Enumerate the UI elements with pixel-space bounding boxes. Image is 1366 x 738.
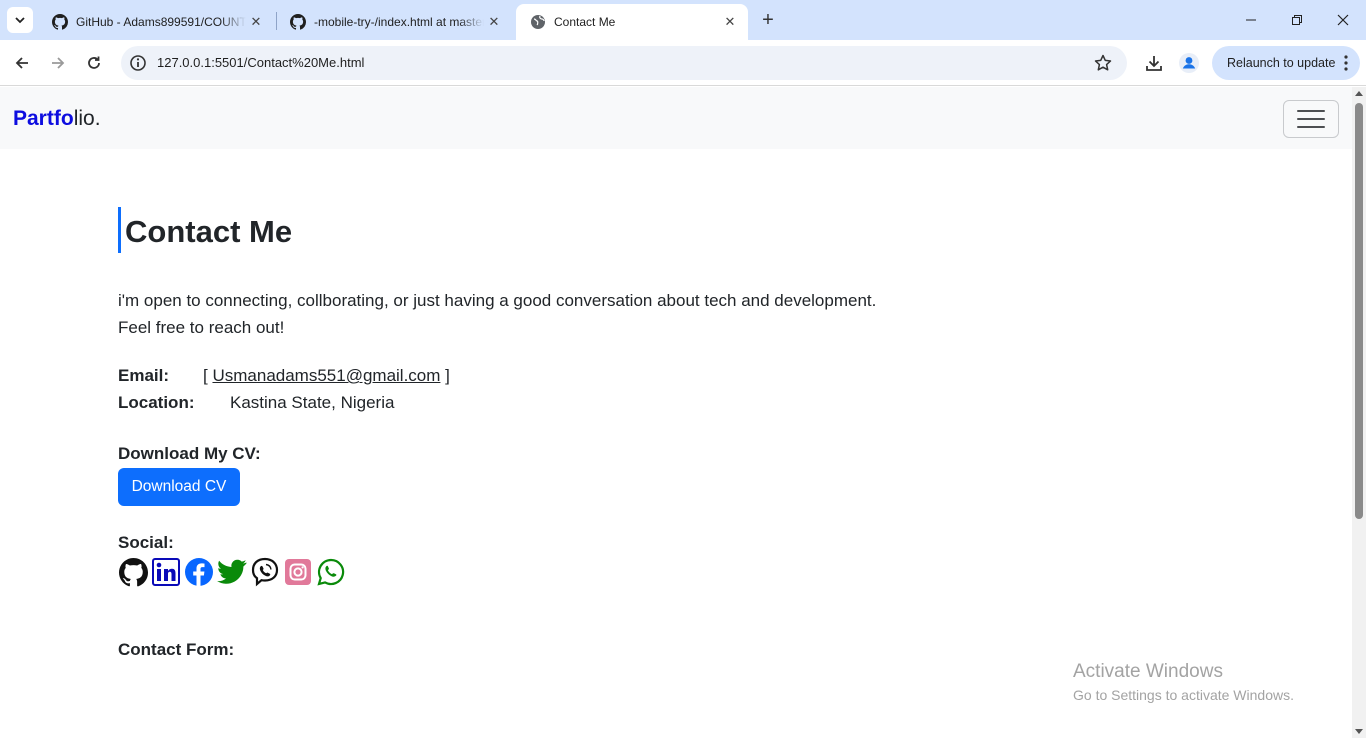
- site-info-icon[interactable]: [129, 54, 147, 72]
- intro-text: i'm open to connecting, collborating, or…: [118, 287, 1018, 341]
- intro-line-1: i'm open to connecting, collborating, or…: [118, 291, 877, 310]
- close-icon: [1337, 14, 1349, 26]
- restore-button[interactable]: [1274, 0, 1320, 40]
- close-icon[interactable]: ✕: [246, 12, 266, 32]
- address-bar[interactable]: 127.0.0.1:5501/Contact%20Me.html: [121, 46, 1127, 80]
- profile-button[interactable]: [1178, 52, 1200, 74]
- whatsapp-icon[interactable]: [316, 557, 346, 587]
- arrow-right-icon: [52, 57, 65, 69]
- intro-line-2: Feel free to reach out!: [118, 318, 285, 337]
- contact-form-label: Contact Form:: [118, 640, 235, 659]
- email-bracket-close: ]: [445, 366, 450, 385]
- email-label: Email:: [118, 366, 170, 385]
- download-cv-button[interactable]: Download CV: [118, 468, 240, 506]
- brand-strong: Partfo: [13, 107, 74, 130]
- url-text[interactable]: 127.0.0.1:5501/Contact%20Me.html: [157, 55, 364, 70]
- email-row: Email: [ Usmanadams551@gmail.com ]: [118, 366, 450, 386]
- social-label: Social:: [118, 533, 174, 552]
- minimize-icon: [1246, 19, 1256, 21]
- viber-icon[interactable]: [250, 557, 280, 587]
- new-tab-button[interactable]: +: [756, 8, 780, 32]
- scroll-up-arrow[interactable]: [1355, 91, 1363, 96]
- navbar-toggler-button[interactable]: [1283, 100, 1339, 138]
- chevron-down-icon: [15, 17, 25, 24]
- reload-icon: [88, 56, 100, 69]
- site-navbar: Partfolio.: [0, 87, 1352, 149]
- tab-title: GitHub - Adams899591/COUNTER: [76, 15, 246, 29]
- github-icon: [290, 14, 306, 30]
- avatar-icon: [1179, 53, 1199, 73]
- github-icon: [52, 14, 68, 30]
- location-label: Location:: [118, 393, 195, 412]
- brand-logo[interactable]: Partfolio.: [13, 107, 101, 131]
- close-icon[interactable]: ✕: [720, 12, 740, 32]
- scroll-down-arrow[interactable]: [1355, 729, 1363, 734]
- relaunch-button[interactable]: Relaunch to update: [1212, 46, 1360, 80]
- brand-rest: lio.: [73, 107, 101, 130]
- star-icon[interactable]: [1093, 53, 1113, 73]
- page-scrollbar[interactable]: [1352, 87, 1366, 738]
- globe-icon: [530, 14, 546, 30]
- back-button[interactable]: [8, 49, 36, 77]
- close-icon[interactable]: ✕: [484, 12, 504, 32]
- restore-icon: [1292, 15, 1302, 25]
- location-row: Location: Kastina State, Nigeria: [118, 393, 394, 413]
- page-viewport: Partfolio. Contact Me i'm open to connec…: [0, 87, 1352, 738]
- arrow-left-icon: [15, 57, 28, 69]
- watermark-line-2: Go to Settings to activate Windows.: [1073, 687, 1294, 703]
- cv-label: Download My CV:: [118, 444, 261, 463]
- tab-search-button[interactable]: [7, 7, 33, 33]
- page-title: Contact Me: [118, 207, 292, 253]
- email-link[interactable]: Usmanadams551@gmail.com: [212, 366, 440, 385]
- tab-github-counter[interactable]: GitHub - Adams899591/COUNTER ✕: [38, 4, 274, 40]
- minimize-button[interactable]: [1228, 0, 1274, 40]
- linkedin-icon[interactable]: [151, 557, 181, 587]
- watermark-line-1: Activate Windows: [1073, 661, 1223, 682]
- download-button[interactable]: [1143, 52, 1165, 74]
- relaunch-label: Relaunch to update: [1227, 56, 1336, 70]
- reload-button[interactable]: [80, 49, 108, 77]
- twitter-icon[interactable]: [217, 557, 247, 587]
- forward-button[interactable]: [44, 49, 72, 77]
- tab-mobile-try[interactable]: -mobile-try-/index.html at master ✕: [276, 4, 512, 40]
- download-icon: [1146, 56, 1162, 71]
- github-icon[interactable]: [118, 557, 148, 587]
- location-value: Kastina State, Nigeria: [230, 393, 395, 412]
- instagram-icon[interactable]: [283, 557, 313, 587]
- close-window-button[interactable]: [1320, 0, 1366, 40]
- browser-toolbar: 127.0.0.1:5501/Contact%20Me.html Relaunc…: [0, 40, 1366, 86]
- facebook-icon[interactable]: [184, 557, 214, 587]
- more-vert-icon[interactable]: [1344, 55, 1348, 71]
- tab-title: Contact Me: [554, 15, 616, 29]
- tab-title: -mobile-try-/index.html at master: [314, 15, 484, 29]
- windows-activation-watermark: Activate Windows Go to Settings to activ…: [1073, 660, 1294, 706]
- hamburger-menu-icon: [1297, 110, 1325, 128]
- email-bracket-open: [: [203, 366, 208, 385]
- tab-strip: GitHub - Adams899591/COUNTER ✕ -mobile-t…: [0, 0, 1366, 40]
- tab-contact-me[interactable]: Contact Me ✕: [516, 4, 748, 40]
- social-links: [118, 556, 349, 588]
- scrollbar-thumb[interactable]: [1355, 103, 1363, 519]
